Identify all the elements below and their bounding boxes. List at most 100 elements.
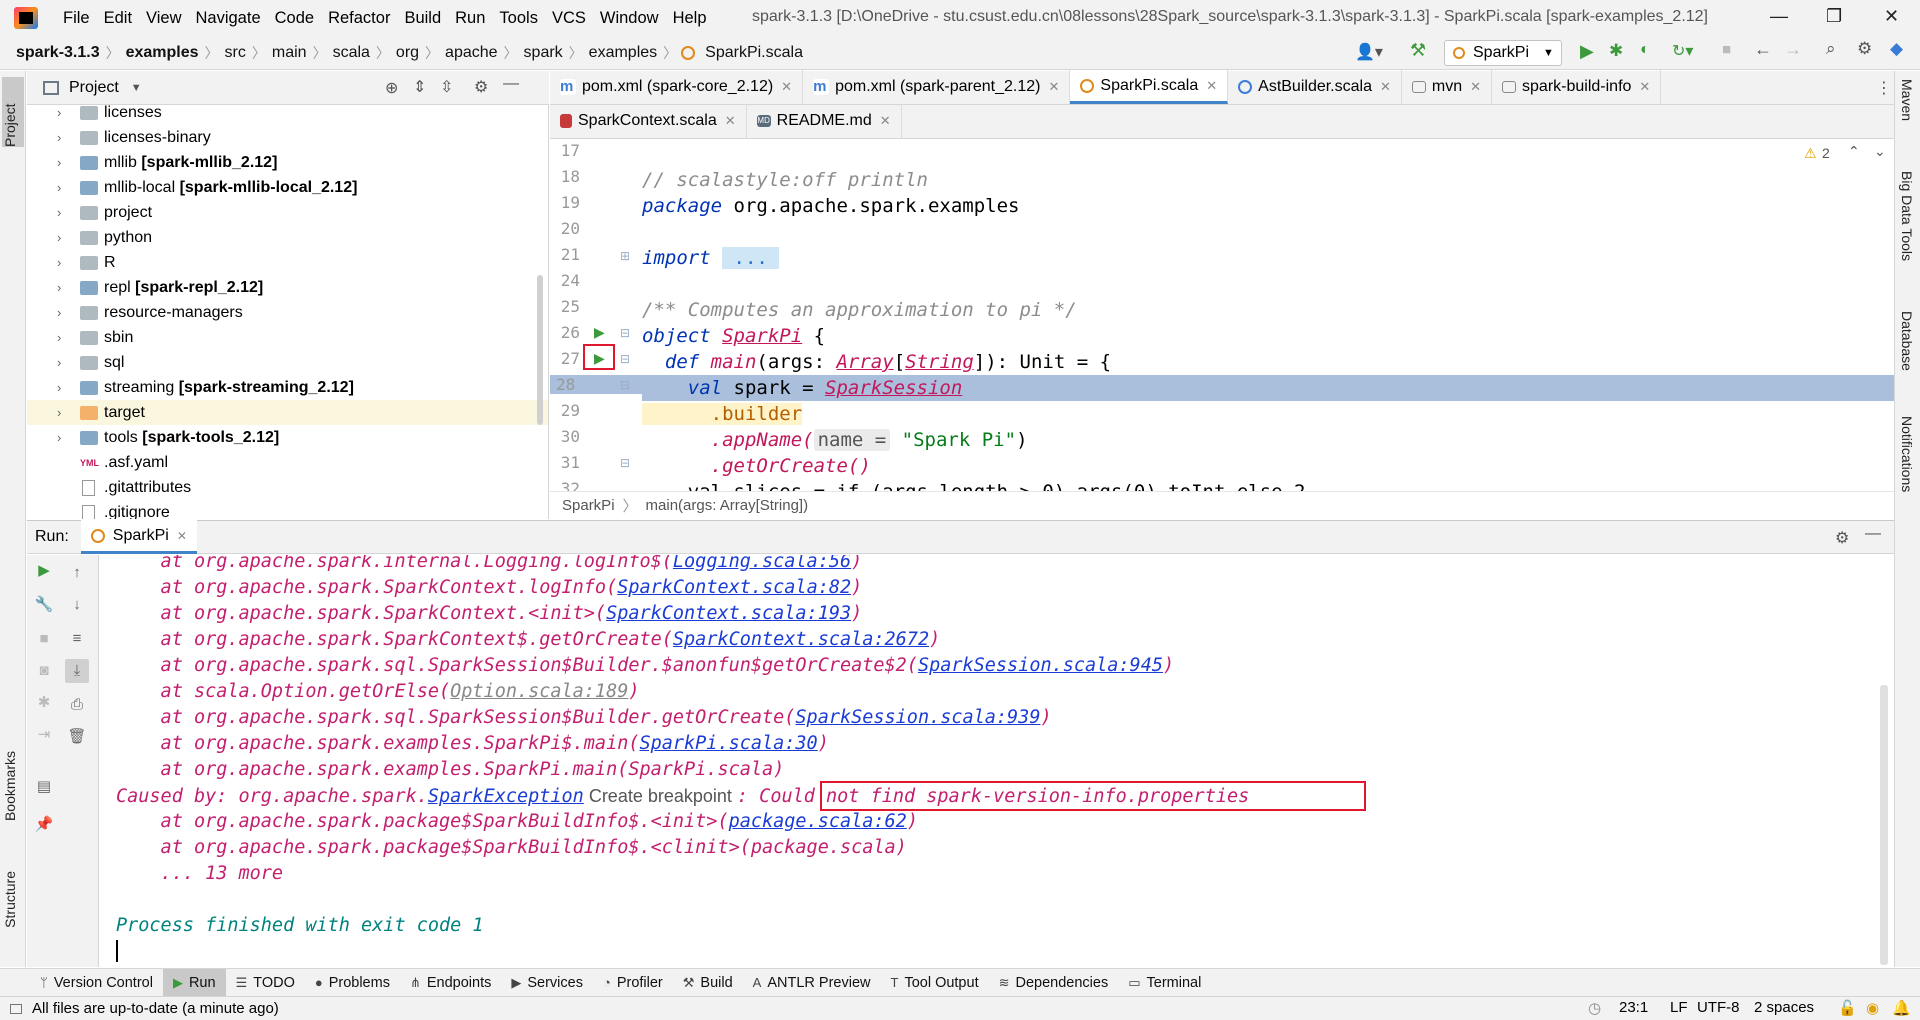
- chevron-right-icon[interactable]: ›: [57, 255, 61, 270]
- menu-help[interactable]: Help: [666, 9, 714, 28]
- console-scrollbar[interactable]: [1880, 685, 1888, 965]
- user-icon[interactable]: 👤▾: [1355, 42, 1383, 62]
- source-link[interactable]: SparkContext.scala:2672: [673, 629, 929, 650]
- rerun-icon[interactable]: ▶: [34, 561, 54, 581]
- source-link[interactable]: SparkSession.scala:939: [795, 707, 1040, 728]
- tree-item[interactable]: › tools [spark-tools_2.12]: [27, 425, 548, 450]
- forward-icon[interactable]: →: [1784, 39, 1802, 60]
- exit-icon[interactable]: ⇥: [34, 725, 54, 745]
- code-editor[interactable]: // scalastyle:off println package org.ap…: [642, 139, 1894, 491]
- crumb-scala[interactable]: scala: [327, 44, 376, 62]
- tree-item[interactable]: YML .asf.yaml: [27, 450, 548, 475]
- notifications-icon[interactable]: 🔔: [1892, 999, 1911, 1017]
- chevron-right-icon[interactable]: ›: [57, 155, 61, 170]
- search-icon[interactable]: ⌕: [1826, 39, 1836, 59]
- chevron-right-icon[interactable]: ›: [57, 330, 61, 345]
- cursor-position[interactable]: 23:1: [1619, 999, 1648, 1016]
- project-panel-title[interactable]: Project: [69, 79, 119, 97]
- tree-item[interactable]: › resource-managers: [27, 300, 548, 325]
- tab-terminal[interactable]: ▭ Terminal: [1118, 969, 1211, 997]
- crumb-org[interactable]: org: [390, 44, 425, 62]
- crumb-examples[interactable]: examples: [583, 44, 663, 62]
- warning-icon[interactable]: ⚠: [1804, 145, 1817, 162]
- collapse-all-icon[interactable]: ⇳: [440, 77, 453, 97]
- tab-tool-output[interactable]: T Tool Output: [880, 969, 988, 997]
- more-tabs-icon[interactable]: ⋮: [1876, 78, 1892, 98]
- build-hammer-icon[interactable]: ⚒: [1410, 40, 1426, 61]
- maven-tool-tab[interactable]: Maven: [1899, 79, 1915, 121]
- tree-item[interactable]: › python: [27, 225, 548, 250]
- crumb-project[interactable]: spark-3.1.3: [10, 44, 106, 62]
- tab-pom-parent[interactable]: m pom.xml (spark-parent_2.12) ✕: [803, 70, 1071, 104]
- menu-run[interactable]: Run: [448, 9, 492, 28]
- indent-setting[interactable]: 2 spaces: [1754, 999, 1814, 1016]
- crumb-src[interactable]: src: [219, 44, 252, 62]
- fold-icon[interactable]: ⊟: [620, 378, 630, 392]
- structure-tool-tab[interactable]: Structure: [2, 871, 18, 928]
- file-encoding[interactable]: UTF-8: [1697, 999, 1740, 1016]
- hide-panel-icon[interactable]: —: [503, 75, 519, 93]
- tab-run[interactable]: ▶ Run: [162, 968, 226, 997]
- back-icon[interactable]: ←: [1754, 39, 1772, 60]
- settings-gear-icon[interactable]: ⚙: [1835, 528, 1849, 548]
- toolbox-icon[interactable]: ◆: [1890, 39, 1903, 59]
- menu-edit[interactable]: Edit: [97, 9, 139, 28]
- close-icon[interactable]: ✕: [781, 79, 792, 95]
- chevron-right-icon[interactable]: ›: [57, 430, 61, 445]
- soft-wrap-icon[interactable]: ≡: [67, 629, 87, 649]
- run-tab-sparkpi[interactable]: SparkPi ✕: [80, 520, 197, 554]
- run-gutter-icon[interactable]: ▶: [594, 324, 605, 341]
- tree-item[interactable]: › repl [spark-repl_2.12]: [27, 275, 548, 300]
- folded-imports[interactable]: ...: [722, 247, 780, 269]
- tab-readme[interactable]: MD README.md ✕: [747, 104, 902, 138]
- crumb-main[interactable]: main: [266, 44, 313, 62]
- tree-item[interactable]: › R: [27, 250, 548, 275]
- source-link[interactable]: SparkSession.scala:945: [918, 655, 1163, 676]
- debug-bug-icon[interactable]: ✱: [34, 693, 54, 713]
- tree-item[interactable]: › streaming [spark-streaming_2.12]: [27, 375, 548, 400]
- menu-window[interactable]: Window: [593, 9, 666, 28]
- menu-navigate[interactable]: Navigate: [189, 9, 268, 28]
- menu-code[interactable]: Code: [268, 9, 321, 28]
- exception-link[interactable]: SparkException: [428, 786, 584, 807]
- close-icon[interactable]: ✕: [1639, 79, 1650, 95]
- close-icon[interactable]: ✕: [1380, 79, 1391, 95]
- menu-vcs[interactable]: VCS: [545, 9, 593, 28]
- up-arrow-icon[interactable]: ↑: [67, 563, 87, 583]
- tab-antlr-preview[interactable]: A ANTLR Preview: [743, 969, 881, 997]
- source-link[interactable]: package.scala:62: [729, 811, 907, 832]
- source-link[interactable]: Logging.scala:56: [673, 555, 851, 572]
- tab-problems[interactable]: ● Problems: [305, 969, 400, 997]
- tree-item[interactable]: › project: [27, 200, 548, 225]
- pin-icon[interactable]: 📌: [34, 815, 54, 835]
- tab-spark-build-info[interactable]: spark-build-info ✕: [1492, 70, 1662, 104]
- source-link[interactable]: SparkContext.scala:193: [606, 603, 851, 624]
- tree-item[interactable]: › mllib-local [spark-mllib-local_2.12]: [27, 175, 548, 200]
- chevron-right-icon[interactable]: ›: [57, 205, 61, 220]
- debug-icon[interactable]: ✱: [1609, 41, 1623, 61]
- hide-panel-icon[interactable]: —: [1865, 525, 1881, 543]
- create-breakpoint-hint[interactable]: Create breakpoint: [584, 786, 737, 806]
- tab-build[interactable]: ⚒ Build: [673, 969, 743, 997]
- chevron-right-icon[interactable]: ›: [57, 130, 61, 145]
- memory-icon[interactable]: ◉: [1866, 999, 1879, 1017]
- settings-gear-icon[interactable]: ⚙: [1857, 39, 1872, 59]
- chevron-right-icon[interactable]: ›: [57, 355, 61, 370]
- notifications-tool-tab[interactable]: Notifications: [1899, 416, 1915, 492]
- locate-target-icon[interactable]: ⊕: [385, 78, 398, 98]
- tab-sparkcontext[interactable]: SparkContext.scala ✕: [550, 104, 747, 138]
- line-separator[interactable]: LF: [1670, 999, 1688, 1016]
- layout-toggle-icon[interactable]: [10, 1003, 22, 1014]
- chevron-right-icon[interactable]: ›: [57, 380, 61, 395]
- source-link[interactable]: SparkPi.scala:30: [639, 733, 817, 754]
- tree-item[interactable]: › target: [27, 400, 548, 425]
- menu-tools[interactable]: Tools: [492, 9, 545, 28]
- tab-profiler[interactable]: ◔ Profiler: [593, 969, 673, 997]
- tab-pom-core[interactable]: m pom.xml (spark-core_2.12) ✕: [550, 70, 804, 104]
- tree-item[interactable]: › licenses: [27, 105, 548, 125]
- tree-item[interactable]: › mllib [spark-mllib_2.12]: [27, 150, 548, 175]
- close-icon[interactable]: ✕: [1206, 78, 1217, 94]
- close-icon[interactable]: ✕: [725, 113, 736, 129]
- stop-icon[interactable]: ■: [1722, 41, 1731, 58]
- menu-build[interactable]: Build: [397, 9, 448, 28]
